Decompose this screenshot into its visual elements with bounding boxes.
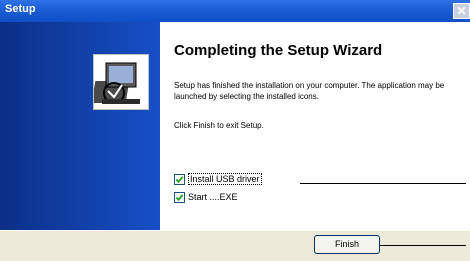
finish-button[interactable]: Finish — [314, 235, 380, 254]
window-title: Setup — [5, 3, 36, 15]
start-label: Start ....EXE — [188, 192, 238, 202]
finish-button-label: Finish — [334, 239, 359, 249]
close-icon: ✕ — [456, 4, 467, 18]
close-button[interactable]: ✕ — [453, 3, 470, 19]
install-usb-option[interactable]: Install USB driver — [174, 172, 262, 186]
checkmark-icon — [175, 175, 184, 183]
start-option[interactable]: Start ....EXE — [174, 190, 238, 204]
checkmark-icon — [175, 193, 184, 201]
callout-line-usb — [300, 183, 466, 184]
wizard-side-panel — [0, 22, 160, 230]
install-usb-label: Install USB driver — [188, 173, 262, 185]
install-usb-checkbox[interactable] — [174, 173, 185, 185]
title-bar: Setup ✕ — [0, 0, 470, 22]
computer-setup-icon — [93, 54, 149, 110]
completion-message: Setup has finished the installation on y… — [174, 81, 445, 101]
start-checkbox[interactable] — [174, 191, 185, 203]
finish-instruction: Click Finish to exit Setup. — [174, 121, 264, 130]
wizard-content: Completing the Setup Wizard Setup has fi… — [160, 22, 470, 230]
callout-line-finish — [380, 245, 466, 246]
page-title: Completing the Setup Wizard — [174, 42, 383, 59]
